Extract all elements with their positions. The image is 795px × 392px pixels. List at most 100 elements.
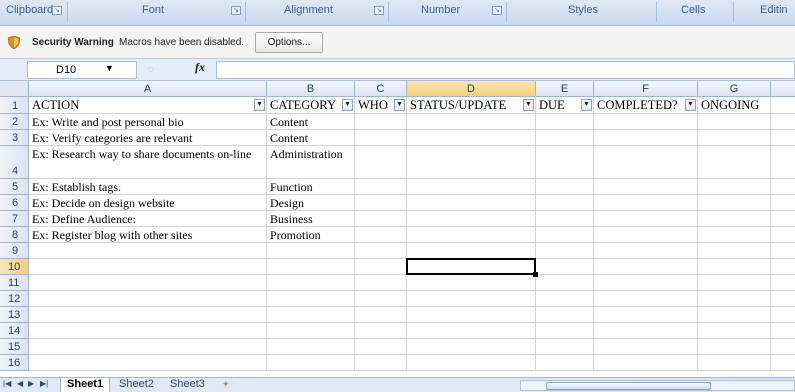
- cell-c13[interactable]: [355, 307, 407, 323]
- cell-f5[interactable]: [594, 179, 698, 195]
- cell-h9[interactable]: [771, 243, 795, 259]
- cell-g7[interactable]: [698, 211, 771, 227]
- cell-g10[interactable]: [698, 259, 771, 275]
- cell-e5[interactable]: [536, 179, 594, 195]
- cell-d13[interactable]: [407, 307, 536, 323]
- cell-h8[interactable]: [771, 227, 795, 243]
- cell-d5[interactable]: [407, 179, 536, 195]
- cell-a7[interactable]: Ex: Define Audience:: [29, 211, 267, 227]
- cell-e6[interactable]: [536, 195, 594, 211]
- cell-c10[interactable]: [355, 259, 407, 275]
- cell-e3[interactable]: [536, 130, 594, 146]
- name-box[interactable]: D10 ▼: [27, 61, 137, 79]
- cell-e10[interactable]: [536, 259, 594, 275]
- cell-h6[interactable]: [771, 195, 795, 211]
- cell-b11[interactable]: [267, 275, 355, 291]
- cell-a15[interactable]: [29, 339, 267, 355]
- cell-f12[interactable]: [594, 291, 698, 307]
- cell-g12[interactable]: [698, 291, 771, 307]
- dialog-launcher-icon[interactable]: ↘: [374, 6, 384, 15]
- cell-f10[interactable]: [594, 259, 698, 275]
- cell-a9[interactable]: [29, 243, 267, 259]
- cell-d1[interactable]: STATUS/UPDATE: [407, 97, 536, 114]
- cell-c6[interactable]: [355, 195, 407, 211]
- cell-h15[interactable]: [771, 339, 795, 355]
- dialog-launcher-icon[interactable]: ↘: [492, 6, 502, 15]
- cell-a14[interactable]: [29, 323, 267, 339]
- row-header-5[interactable]: 5: [0, 179, 29, 195]
- active-cell-d10[interactable]: [406, 258, 536, 275]
- cell-h5[interactable]: [771, 179, 795, 195]
- cell-a5[interactable]: Ex: Establish tags.: [29, 179, 267, 195]
- cell-c7[interactable]: [355, 211, 407, 227]
- cell-h13[interactable]: [771, 307, 795, 323]
- row-header-1[interactable]: 1: [0, 97, 29, 114]
- cell-f3[interactable]: [594, 130, 698, 146]
- row-header-16[interactable]: 16: [0, 355, 29, 371]
- cell-f11[interactable]: [594, 275, 698, 291]
- cell-c2[interactable]: [355, 114, 407, 130]
- cell-f15[interactable]: [594, 339, 698, 355]
- cell-d11[interactable]: [407, 275, 536, 291]
- row-header-13[interactable]: 13: [0, 307, 29, 323]
- cell-g13[interactable]: [698, 307, 771, 323]
- cell-e16[interactable]: [536, 355, 594, 371]
- cell-f7[interactable]: [594, 211, 698, 227]
- row-header-6[interactable]: 6: [0, 195, 29, 211]
- cell-g11[interactable]: [698, 275, 771, 291]
- row-header-8[interactable]: 8: [0, 227, 29, 243]
- cell-c4[interactable]: [355, 146, 407, 179]
- cell-f6[interactable]: [594, 195, 698, 211]
- sheet-tab-sheet2[interactable]: Sheet2: [113, 378, 160, 392]
- cell-e12[interactable]: [536, 291, 594, 307]
- cell-e15[interactable]: [536, 339, 594, 355]
- row-header-10[interactable]: 10: [0, 259, 29, 275]
- cell-b9[interactable]: [267, 243, 355, 259]
- select-all-corner[interactable]: [0, 81, 29, 97]
- column-header-b[interactable]: B: [267, 81, 355, 97]
- cell-e4[interactable]: [536, 146, 594, 179]
- dialog-launcher-icon[interactable]: ↘: [231, 6, 241, 15]
- column-header-a[interactable]: A: [29, 81, 267, 97]
- cell-c3[interactable]: [355, 130, 407, 146]
- cell-h4[interactable]: [771, 146, 795, 179]
- cell-f9[interactable]: [594, 243, 698, 259]
- row-header-4[interactable]: 4: [0, 146, 29, 179]
- cell-b14[interactable]: [267, 323, 355, 339]
- cell-c9[interactable]: [355, 243, 407, 259]
- cell-g15[interactable]: [698, 339, 771, 355]
- cell-f16[interactable]: [594, 355, 698, 371]
- formula-input[interactable]: [216, 61, 795, 79]
- cell-b6[interactable]: Design: [267, 195, 355, 211]
- cell-d9[interactable]: [407, 243, 536, 259]
- column-header-d[interactable]: D: [407, 81, 536, 97]
- cell-a12[interactable]: [29, 291, 267, 307]
- cell-b7[interactable]: Business: [267, 211, 355, 227]
- row-header-2[interactable]: 2: [0, 114, 29, 130]
- cell-g16[interactable]: [698, 355, 771, 371]
- cell-d14[interactable]: [407, 323, 536, 339]
- cell-a2[interactable]: Ex: Write and post personal bio: [29, 114, 267, 130]
- cell-b8[interactable]: Promotion: [267, 227, 355, 243]
- cell-h10[interactable]: [771, 259, 795, 275]
- cell-b13[interactable]: [267, 307, 355, 323]
- cell-h2[interactable]: [771, 114, 795, 130]
- cell-c12[interactable]: [355, 291, 407, 307]
- cell-b16[interactable]: [267, 355, 355, 371]
- cell-e2[interactable]: [536, 114, 594, 130]
- chevron-down-icon[interactable]: ▼: [105, 63, 114, 73]
- row-header-7[interactable]: 7: [0, 211, 29, 227]
- cell-c14[interactable]: [355, 323, 407, 339]
- formula-cancel-icon[interactable]: ◌: [143, 62, 159, 78]
- cell-e8[interactable]: [536, 227, 594, 243]
- cell-c15[interactable]: [355, 339, 407, 355]
- filter-dropdown-icon[interactable]: ▼: [342, 99, 353, 111]
- cell-d8[interactable]: [407, 227, 536, 243]
- cell-h16[interactable]: [771, 355, 795, 371]
- cell-g8[interactable]: [698, 227, 771, 243]
- cell-d6[interactable]: [407, 195, 536, 211]
- cell-a6[interactable]: Ex: Decide on design website: [29, 195, 267, 211]
- insert-sheet-icon[interactable]: ✦: [222, 379, 238, 391]
- cell-d4[interactable]: [407, 146, 536, 179]
- fill-handle[interactable]: [533, 272, 538, 277]
